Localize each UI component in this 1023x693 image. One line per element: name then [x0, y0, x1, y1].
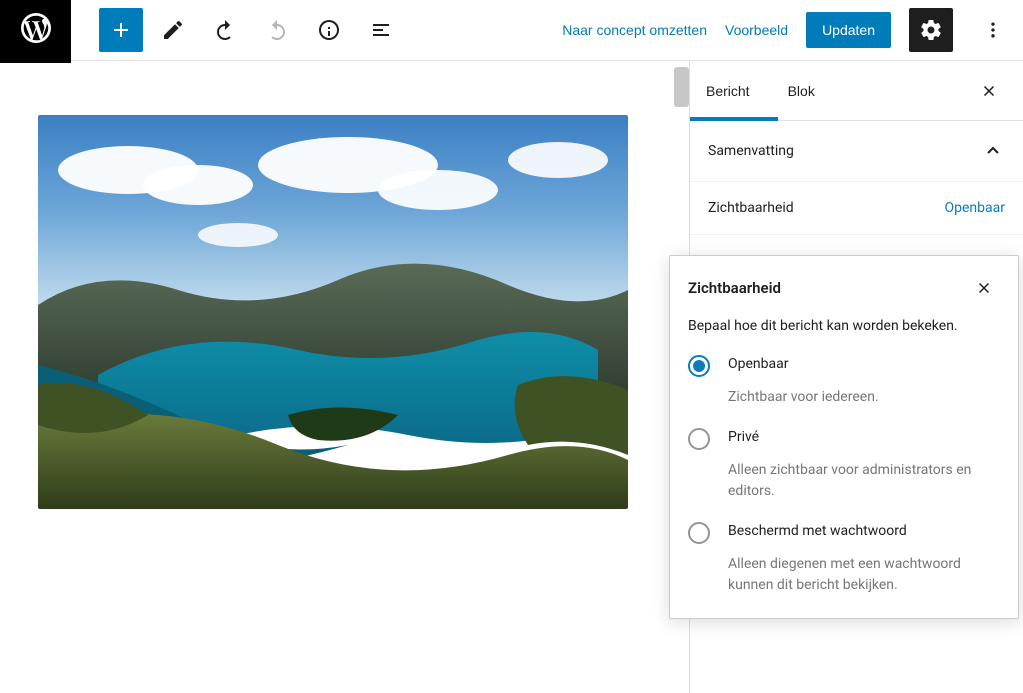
info-icon [317, 18, 341, 42]
radio-private-label: Privé [728, 429, 1000, 450]
editor-canvas[interactable] [0, 61, 689, 693]
image-block[interactable] [38, 115, 628, 509]
radio-public-desc: Zichtbaar voor iedereen. [728, 387, 1000, 408]
redo-icon [265, 18, 289, 42]
visibility-popover: Zichtbaarheid Bepaal hoe dit bericht kan… [669, 255, 1019, 619]
toolbar-left [71, 8, 403, 52]
radio-private-desc: Alleen zichtbaar voor administrators en … [728, 460, 1000, 502]
canvas-scrollbar[interactable] [674, 67, 689, 107]
radio-public[interactable] [688, 355, 710, 377]
landscape-image [38, 115, 628, 509]
close-icon [975, 279, 993, 297]
radio-private[interactable] [688, 428, 710, 450]
wordpress-icon [18, 10, 54, 46]
wordpress-logo[interactable] [0, 0, 71, 63]
visibility-option-public[interactable]: Openbaar Zichtbaar voor iedereen. [688, 355, 1000, 408]
popover-title: Zichtbaarheid [688, 279, 781, 297]
visibility-value[interactable]: Openbaar [945, 200, 1005, 216]
undo-button[interactable] [203, 8, 247, 52]
update-button[interactable]: Updaten [806, 12, 891, 48]
radio-password-label: Beschermd met wachtwoord [728, 523, 1000, 544]
redo-button[interactable] [255, 8, 299, 52]
close-popover-button[interactable] [968, 272, 1000, 304]
visibility-row[interactable]: Zichtbaarheid Openbaar [690, 182, 1023, 235]
tab-block[interactable]: Blok [788, 83, 829, 99]
list-outline-icon [369, 18, 393, 42]
plus-icon [109, 18, 133, 42]
tab-post[interactable]: Bericht [706, 83, 764, 99]
summary-panel-header[interactable]: Samenvatting [690, 121, 1023, 182]
close-sidebar-button[interactable] [971, 73, 1007, 109]
kebab-icon [983, 20, 1003, 40]
toolbar-right: Naar concept omzetten Voorbeeld Updaten [562, 8, 1023, 52]
chevron-up-icon [981, 139, 1005, 163]
more-options-button[interactable] [971, 8, 1015, 52]
summary-label: Samenvatting [708, 143, 794, 159]
popover-description: Bepaal hoe dit bericht kan worden bekeke… [688, 316, 1000, 337]
visibility-option-password[interactable]: Beschermd met wachtwoord Alleen diegenen… [688, 522, 1000, 596]
add-block-button[interactable] [99, 8, 143, 52]
sidebar-tabs: Bericht Blok [690, 61, 1023, 121]
convert-to-draft-button[interactable]: Naar concept omzetten [562, 22, 707, 38]
topbar: Naar concept omzetten Voorbeeld Updaten [0, 0, 1023, 61]
info-button[interactable] [307, 8, 351, 52]
visibility-label: Zichtbaarheid [708, 200, 794, 216]
active-tab-indicator [690, 117, 778, 121]
gear-icon [919, 18, 943, 42]
undo-icon [213, 18, 237, 42]
radio-public-label: Openbaar [728, 356, 1000, 377]
outline-button[interactable] [359, 8, 403, 52]
edit-tools-button[interactable] [151, 8, 195, 52]
pencil-icon [161, 18, 185, 42]
radio-password-desc: Alleen diegenen met een wachtwoord kunne… [728, 554, 1000, 596]
preview-button[interactable]: Voorbeeld [725, 22, 788, 38]
radio-password[interactable] [688, 522, 710, 544]
visibility-option-private[interactable]: Privé Alleen zichtbaar voor administrato… [688, 428, 1000, 502]
settings-button[interactable] [909, 8, 953, 52]
close-icon [980, 82, 998, 100]
